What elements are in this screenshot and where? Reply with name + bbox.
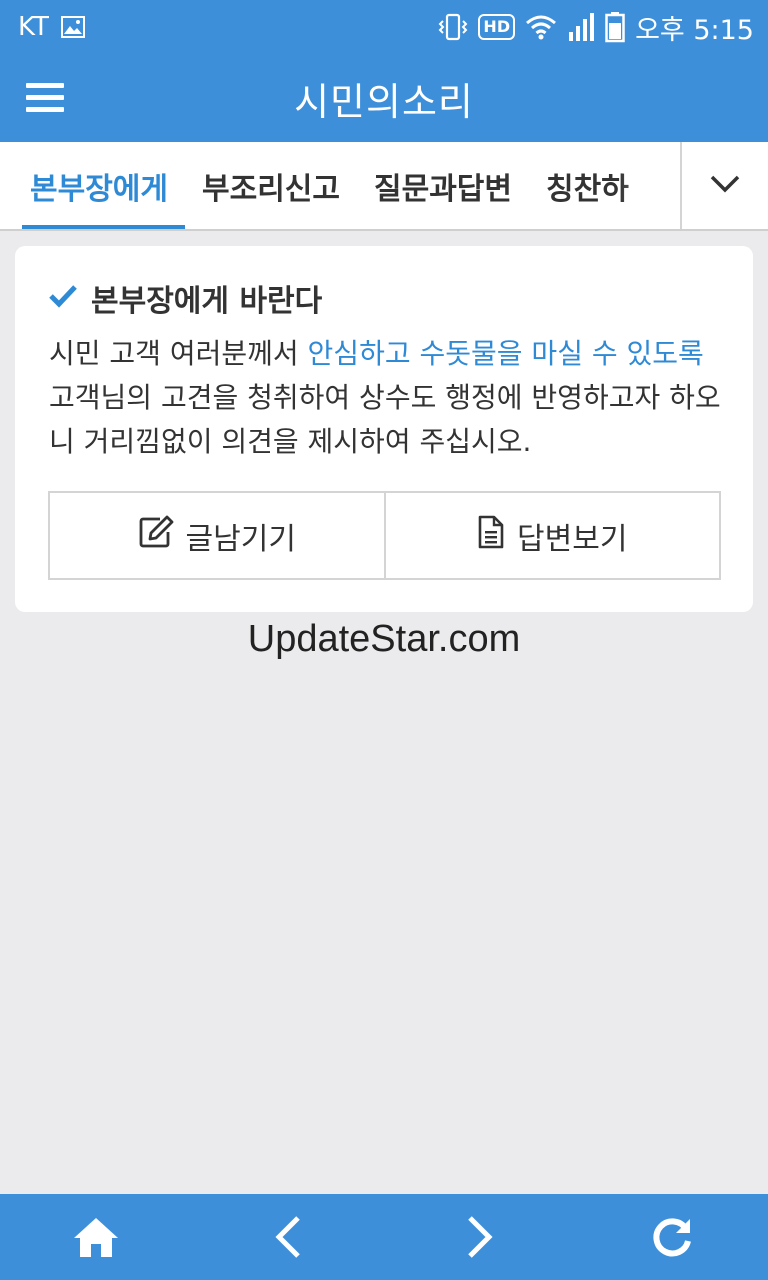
watermark: UpdateStar.com (247, 618, 521, 660)
chevron-down-icon (709, 174, 741, 198)
wifi-icon (525, 14, 557, 40)
write-post-label: 글남기기 (185, 521, 296, 557)
card-header: 본부장에게 바란다 (49, 276, 322, 320)
bottom-nav (0, 1194, 768, 1280)
document-icon (477, 515, 505, 557)
description-text-end: 고객님의 고견을 청취하여 상수도 행정에 반영하고자 하오니 거리낌없이 의견… (49, 381, 721, 458)
clock: 오후 5:15 (635, 14, 754, 46)
card-actions: 글남기기 답변보기 (48, 491, 721, 580)
edit-icon (138, 515, 174, 557)
director-card: 본부장에게 바란다 시민 고객 여러분께서 안심하고 수돗물을 마실 수 있도록… (15, 246, 753, 612)
tab-bar: 본부장에게 부조리신고 질문과답변 칭찬하 (0, 142, 768, 231)
status-bar: KT HD 오후 5:15 (0, 0, 768, 54)
tab-report-corruption[interactable]: 부조리신고 (185, 142, 357, 229)
check-icon (49, 281, 77, 316)
card-title: 본부장에게 바란다 (91, 284, 323, 319)
view-answers-button[interactable]: 답변보기 (383, 493, 719, 578)
chevron-left-icon[interactable] (248, 1197, 328, 1277)
home-icon[interactable] (56, 1197, 136, 1277)
app-title: 시민의소리 (294, 79, 474, 124)
app-bar: 시민의소리 (0, 54, 768, 142)
card-description: 시민 고객 여러분께서 안심하고 수돗물을 마실 수 있도록 고객님의 고견을 … (49, 332, 729, 464)
tab-more-button[interactable] (680, 142, 768, 229)
tab-fade (620, 142, 680, 229)
vibrate-icon (438, 13, 468, 41)
view-answers-label: 답변보기 (517, 521, 628, 557)
tab-to-director[interactable]: 본부장에게 (0, 142, 185, 229)
write-post-button[interactable]: 글남기기 (50, 493, 384, 578)
signal-icon (567, 12, 595, 42)
tab-scroll[interactable]: 본부장에게 부조리신고 질문과답변 칭찬하 (0, 142, 680, 229)
image-notification-icon (60, 16, 85, 38)
status-left: KT (18, 12, 85, 42)
chevron-right-icon[interactable] (440, 1197, 520, 1277)
carrier-label: KT (18, 12, 49, 42)
refresh-icon[interactable] (632, 1197, 712, 1277)
hd-voice-icon: HD (478, 14, 516, 40)
battery-icon (605, 11, 625, 43)
status-right: HD 오후 5:15 (438, 8, 754, 47)
hamburger-icon[interactable] (26, 78, 64, 116)
tab-qna[interactable]: 질문과답변 (357, 142, 529, 229)
description-highlight: 안심하고 수돗물을 마실 수 있도록 (307, 337, 704, 370)
description-text: 시민 고객 여러분께서 (49, 337, 308, 370)
